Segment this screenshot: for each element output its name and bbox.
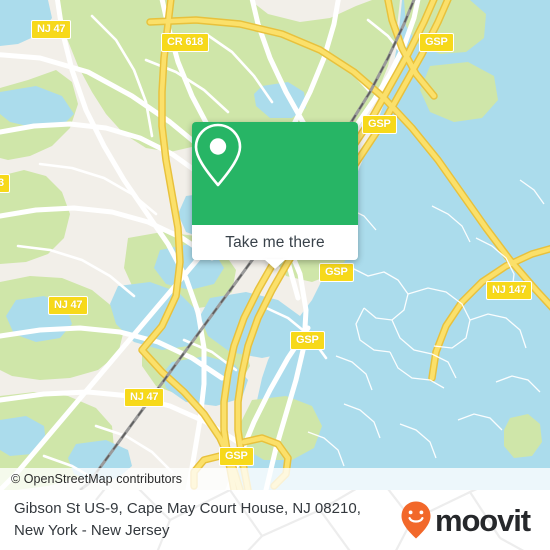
address-line-2: New York - New Jersey [14,522,170,539]
road-shield: CR 618 [161,33,210,52]
moovit-pin-icon [401,501,431,539]
road-shield: GSP [362,115,397,134]
moovit-wordmark: moovit [434,502,531,538]
map-canvas[interactable]: NJ 47 CR 618 GSP GSP 3 GSP NJ 147 NJ 47 … [0,0,550,490]
attribution-text: © OpenStreetMap contributors [11,472,183,486]
road-shield: NJ 47 [31,20,72,39]
popup-header [192,122,358,225]
popup-footer[interactable]: Take me there [192,225,358,269]
moovit-map-screenshot: NJ 47 CR 618 GSP GSP 3 GSP NJ 147 NJ 47 … [0,0,550,550]
address-line-1: Gibson St US-9, Cape May Court House, NJ… [14,500,361,517]
map-pin-icon [194,123,242,187]
popup-pointer-tail [264,259,286,269]
road-shield: GSP [419,33,454,52]
road-shield: NJ 47 [124,388,165,407]
location-address: Gibson St US-9, Cape May Court House, NJ… [14,498,361,542]
road-shield: GSP [219,447,254,466]
footer-bar: Gibson St US-9, Cape May Court House, NJ… [0,490,550,550]
road-shield: GSP [319,263,354,282]
road-shield: NJ 147 [486,281,533,300]
moovit-logo[interactable]: moovit [400,500,531,540]
location-popup-card[interactable]: Take me there [192,122,358,269]
road-shield: 3 [0,174,10,193]
road-shield: GSP [290,331,325,350]
map-attribution: © OpenStreetMap contributors [0,468,550,490]
take-me-there-button[interactable]: Take me there [225,234,325,252]
road-shield: NJ 47 [48,296,89,315]
